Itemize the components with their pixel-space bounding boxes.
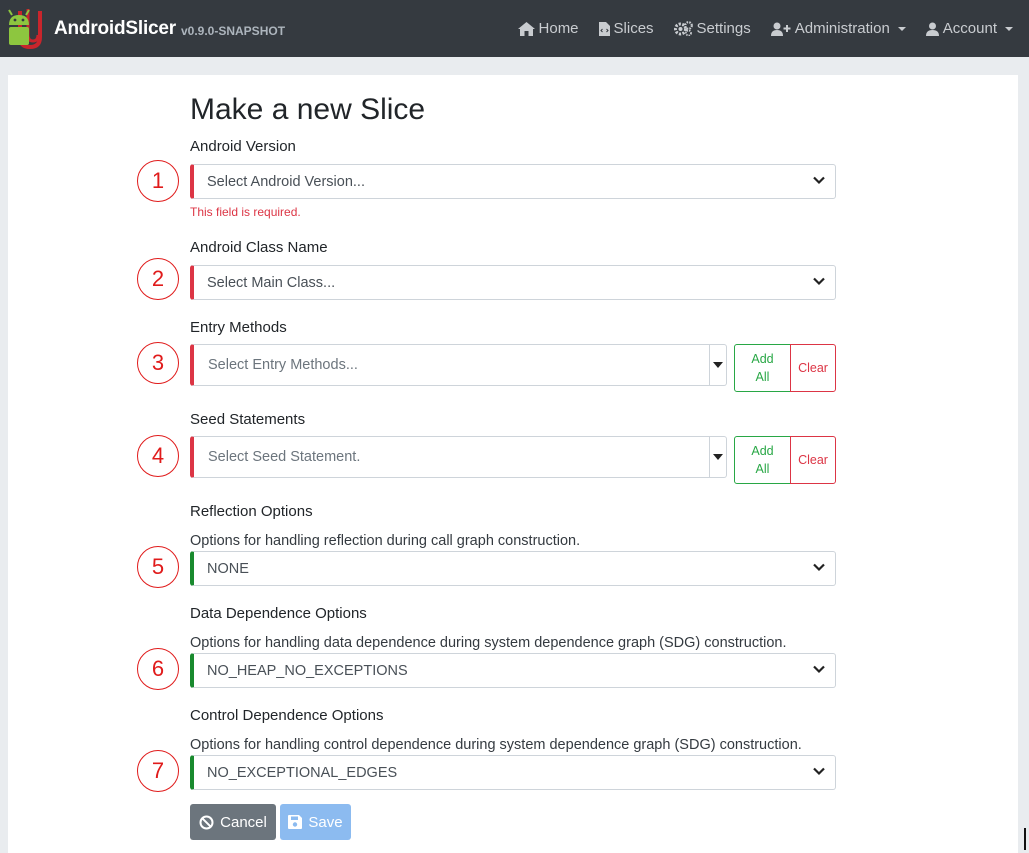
seed-statements-label: Seed Statements: [190, 411, 306, 428]
user-icon: [925, 22, 939, 36]
brand-version: v0.9.0-SNAPSHOT: [180, 23, 286, 38]
reflection-select[interactable]: NONE: [190, 551, 836, 586]
ban-icon: [199, 815, 214, 829]
seed-statements-dropdown-toggle[interactable]: [709, 437, 726, 477]
entry-methods-label: Entry Methods: [190, 319, 287, 336]
annotation-marker-4: 4: [137, 435, 179, 477]
annotation-marker-6: 6: [137, 648, 179, 690]
chevron-down-icon: [813, 563, 825, 572]
control-dependence-label: Control Dependence Options: [190, 707, 384, 724]
entry-methods-placeholder: Select Entry Methods...: [208, 357, 358, 373]
control-dependence-select-value: NO_EXCEPTIONAL_EDGES: [207, 764, 398, 781]
nav-administration-label: Administration: [794, 20, 890, 37]
text-cursor: [1024, 828, 1026, 850]
annotation-marker-3: 3: [137, 342, 179, 384]
reflection-help: Options for handling reflection during c…: [190, 533, 581, 549]
android-version-select[interactable]: Select Android Version...: [190, 164, 836, 199]
chevron-down-icon: [813, 176, 825, 185]
caret-down-icon: [713, 454, 723, 460]
top-navbar: AndroidSlicer v0.9.0-SNAPSHOT Home Slice…: [0, 0, 1029, 57]
save-icon: [288, 815, 303, 829]
class-name-select-value: Select Main Class...: [207, 274, 336, 291]
brand[interactable]: AndroidSlicer v0.9.0-SNAPSHOT: [6, 0, 285, 57]
nav-home[interactable]: Home: [517, 20, 579, 37]
chevron-down-icon: [813, 277, 825, 286]
nav-account[interactable]: Account: [925, 20, 1013, 37]
annotation-marker-2: 2: [137, 258, 179, 300]
user-plus-icon: [770, 22, 791, 36]
annotation-marker-7: 7: [137, 750, 179, 792]
android-version-error: This field is required.: [190, 205, 301, 219]
seed-statements-clear-button[interactable]: Clear: [790, 436, 836, 484]
android-slicer-logo: [8, 8, 42, 49]
class-name-label: Android Class Name: [190, 239, 328, 256]
entry-methods-multiselect[interactable]: Select Entry Methods...: [190, 344, 727, 386]
file-code-icon: [598, 21, 610, 36]
nav-home-label: Home: [538, 20, 579, 37]
chevron-down-icon: [813, 665, 825, 674]
caret-down-icon: [713, 362, 723, 368]
nav-settings[interactable]: Settings: [673, 20, 751, 37]
nav-settings-label: Settings: [696, 20, 751, 37]
add-all-label-line2: All: [755, 370, 770, 384]
nav-slices-label: Slices: [613, 20, 654, 37]
add-all-label-line1: Add: [751, 444, 774, 458]
nav-account-label: Account: [942, 20, 997, 37]
cancel-button[interactable]: Cancel: [190, 804, 276, 840]
cogs-icon: [673, 21, 693, 36]
seed-statements-add-all-button[interactable]: Add All: [734, 436, 791, 484]
home-icon: [517, 21, 535, 36]
annotation-marker-1: 1: [137, 160, 179, 202]
control-dependence-select[interactable]: NO_EXCEPTIONAL_EDGES: [190, 755, 836, 790]
chevron-down-icon: [1005, 26, 1013, 31]
data-dependence-label: Data Dependence Options: [190, 605, 367, 622]
seed-statements-placeholder: Select Seed Statement.: [208, 449, 361, 465]
cancel-button-label: Cancel: [220, 813, 267, 831]
data-dependence-help: Options for handling data dependence dur…: [190, 635, 787, 651]
save-button-label: Save: [308, 813, 343, 831]
nav-administration[interactable]: Administration: [770, 20, 906, 37]
class-name-select[interactable]: Select Main Class...: [190, 265, 836, 300]
control-dependence-help: Options for handling control dependence …: [190, 737, 802, 753]
android-version-label: Android Version: [190, 138, 296, 155]
brand-name: AndroidSlicer: [54, 17, 176, 39]
chevron-down-icon: [897, 26, 906, 31]
seed-statements-multiselect[interactable]: Select Seed Statement.: [190, 436, 727, 478]
page-title: Make a new Slice: [190, 93, 426, 126]
entry-methods-clear-button[interactable]: Clear: [790, 344, 836, 392]
save-button[interactable]: Save: [280, 804, 351, 840]
android-version-select-value: Select Android Version...: [207, 173, 365, 190]
entry-methods-add-all-button[interactable]: Add All: [734, 344, 791, 392]
add-all-label-line1: Add: [751, 352, 774, 366]
data-dependence-select-value: NO_HEAP_NO_EXCEPTIONS: [207, 662, 408, 679]
add-all-label-line2: All: [755, 462, 770, 476]
annotation-marker-5: 5: [137, 546, 179, 588]
main-nav: Home Slices Settings Administration Acco…: [498, 0, 1013, 57]
data-dependence-select[interactable]: NO_HEAP_NO_EXCEPTIONS: [190, 653, 836, 688]
chevron-down-icon: [813, 767, 825, 776]
reflection-select-value: NONE: [207, 560, 249, 577]
nav-slices[interactable]: Slices: [598, 20, 654, 37]
reflection-label: Reflection Options: [190, 503, 313, 520]
entry-methods-dropdown-toggle[interactable]: [709, 345, 726, 385]
